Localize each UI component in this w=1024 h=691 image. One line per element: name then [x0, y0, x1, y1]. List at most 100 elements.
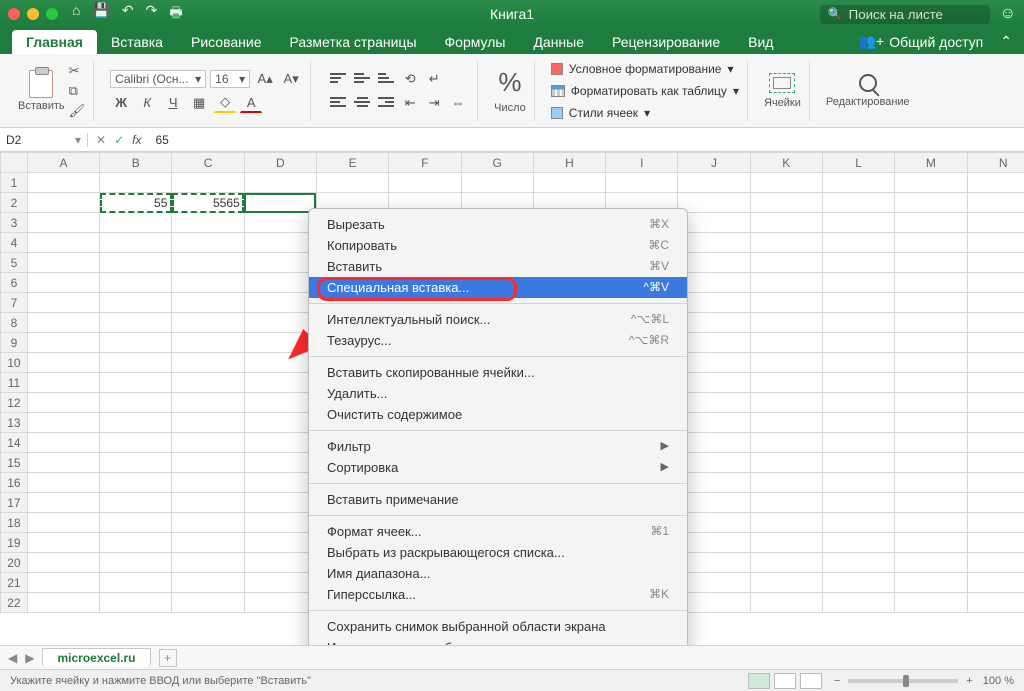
align-top-icon[interactable]	[327, 69, 349, 89]
cell-J22[interactable]	[678, 593, 750, 613]
row-header[interactable]: 5	[1, 253, 28, 273]
cell-A14[interactable]	[27, 433, 99, 453]
cell-K10[interactable]	[750, 353, 822, 373]
col-header[interactable]: K	[750, 153, 822, 173]
decrease-font-icon[interactable]: A▾	[280, 69, 302, 89]
menu-insert-comment[interactable]: Вставить примечание	[309, 489, 687, 510]
cell-B12[interactable]	[100, 393, 172, 413]
cell-B11[interactable]	[100, 373, 172, 393]
cell-J20[interactable]	[678, 553, 750, 573]
cell-B10[interactable]	[100, 353, 172, 373]
align-bottom-icon[interactable]	[375, 69, 397, 89]
cell-C10[interactable]	[172, 353, 244, 373]
cell-B14[interactable]	[100, 433, 172, 453]
cell-K12[interactable]	[750, 393, 822, 413]
cell-D15[interactable]	[244, 453, 316, 473]
cell-A10[interactable]	[27, 353, 99, 373]
tab-home[interactable]: Главная	[12, 30, 97, 54]
cell-A4[interactable]	[27, 233, 99, 253]
cell-C15[interactable]	[172, 453, 244, 473]
cell-K18[interactable]	[750, 513, 822, 533]
col-header[interactable]: L	[822, 153, 894, 173]
cell-M9[interactable]	[895, 333, 967, 353]
cell-K14[interactable]	[750, 433, 822, 453]
col-header[interactable]: J	[678, 153, 750, 173]
menu-format-cells[interactable]: Формат ячеек...⌘1	[309, 521, 687, 542]
format-as-table-button[interactable]: Форматировать как таблицу▾	[551, 83, 739, 99]
cell-A8[interactable]	[27, 313, 99, 333]
cell-L12[interactable]	[822, 393, 894, 413]
cell-G1[interactable]	[461, 173, 533, 193]
row-header[interactable]: 13	[1, 413, 28, 433]
menu-insert-copied[interactable]: Вставить скопированные ячейки...	[309, 362, 687, 383]
cell-A6[interactable]	[27, 273, 99, 293]
cell-D20[interactable]	[244, 553, 316, 573]
cell-B15[interactable]	[100, 453, 172, 473]
cell-M16[interactable]	[895, 473, 967, 493]
save-icon[interactable]: 💾	[92, 2, 109, 26]
cell-J3[interactable]	[678, 213, 750, 233]
zoom-out[interactable]: −	[834, 675, 840, 687]
indent-inc-icon[interactable]: ⇥	[423, 93, 445, 113]
row-header[interactable]: 15	[1, 453, 28, 473]
cell-D4[interactable]	[244, 233, 316, 253]
col-header[interactable]: G	[461, 153, 533, 173]
cell-N4[interactable]	[967, 233, 1024, 253]
cell-B4[interactable]	[100, 233, 172, 253]
cell-A19[interactable]	[27, 533, 99, 553]
cell-B22[interactable]	[100, 593, 172, 613]
cell-K5[interactable]	[750, 253, 822, 273]
cell-N20[interactable]	[967, 553, 1024, 573]
bold-button[interactable]: Ж	[110, 93, 132, 113]
cell-C12[interactable]	[172, 393, 244, 413]
cell-C11[interactable]	[172, 373, 244, 393]
share-button[interactable]: 👥+ Общий доступ ⌃	[847, 29, 1024, 54]
cell-J21[interactable]	[678, 573, 750, 593]
cell-H1[interactable]	[533, 173, 605, 193]
cells-button[interactable]: Ячейки	[764, 73, 801, 109]
row-header[interactable]: 11	[1, 373, 28, 393]
menu-paste-special[interactable]: Специальная вставка...^⌘V	[309, 277, 687, 298]
cell-N9[interactable]	[967, 333, 1024, 353]
cell-C3[interactable]	[172, 213, 244, 233]
border-button[interactable]: ▦	[188, 93, 210, 113]
cell-D16[interactable]	[244, 473, 316, 493]
row-header[interactable]: 7	[1, 293, 28, 313]
row-header[interactable]: 17	[1, 493, 28, 513]
cell-C8[interactable]	[172, 313, 244, 333]
cell-L19[interactable]	[822, 533, 894, 553]
view-normal[interactable]	[748, 673, 770, 689]
cell-M11[interactable]	[895, 373, 967, 393]
cell-A21[interactable]	[27, 573, 99, 593]
cell-C22[interactable]	[172, 593, 244, 613]
row-header[interactable]: 19	[1, 533, 28, 553]
formula-input[interactable]: 65	[149, 133, 1024, 147]
align-right-icon[interactable]	[375, 93, 397, 113]
cell-B21[interactable]	[100, 573, 172, 593]
conditional-formatting-button[interactable]: Условное форматирование▾	[551, 61, 739, 77]
cell-D18[interactable]	[244, 513, 316, 533]
col-header[interactable]: A	[27, 153, 99, 173]
cell-N13[interactable]	[967, 413, 1024, 433]
cell-B3[interactable]	[100, 213, 172, 233]
cell-B7[interactable]	[100, 293, 172, 313]
indent-dec-icon[interactable]: ⇤	[399, 93, 421, 113]
cell-D5[interactable]	[244, 253, 316, 273]
cell-J7[interactable]	[678, 293, 750, 313]
row-header[interactable]: 10	[1, 353, 28, 373]
cell-L22[interactable]	[822, 593, 894, 613]
tab-layout[interactable]: Разметка страницы	[276, 30, 431, 54]
cell-D12[interactable]	[244, 393, 316, 413]
cell-N3[interactable]	[967, 213, 1024, 233]
cell-L4[interactable]	[822, 233, 894, 253]
cell-L1[interactable]	[822, 173, 894, 193]
cell-M3[interactable]	[895, 213, 967, 233]
cell-L3[interactable]	[822, 213, 894, 233]
cancel-icon[interactable]: ✕	[96, 133, 106, 147]
cell-A13[interactable]	[27, 413, 99, 433]
row-header[interactable]: 8	[1, 313, 28, 333]
view-page-layout[interactable]	[774, 673, 796, 689]
cell-L13[interactable]	[822, 413, 894, 433]
cell-J5[interactable]	[678, 253, 750, 273]
row-header[interactable]: 3	[1, 213, 28, 233]
